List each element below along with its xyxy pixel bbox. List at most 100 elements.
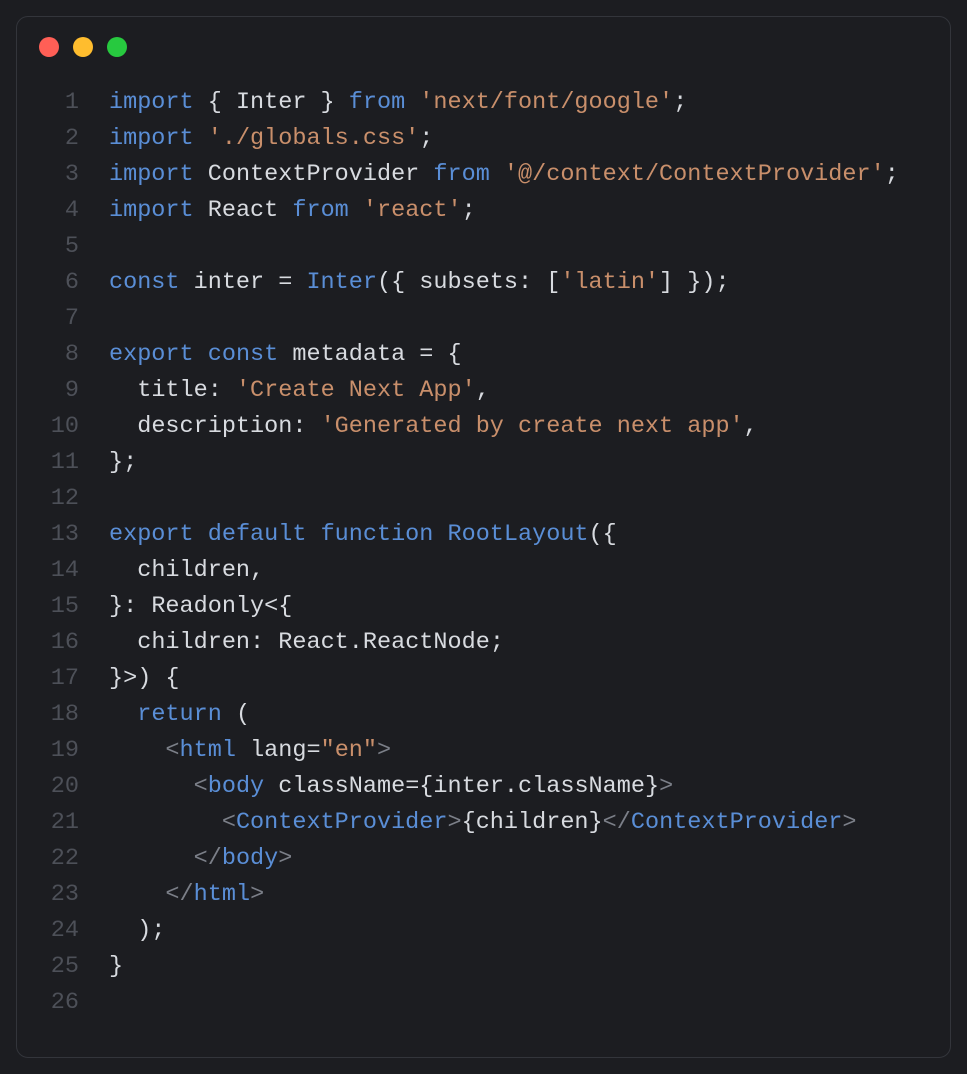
token-ang: > — [377, 737, 391, 764]
code-content[interactable]: children, — [109, 553, 950, 589]
line-number: 21 — [17, 805, 109, 841]
code-line[interactable]: 5 — [17, 229, 950, 265]
code-content[interactable]: export default function RootLayout({ — [109, 517, 950, 553]
token-ang: < — [222, 809, 236, 836]
code-content[interactable]: import ContextProvider from '@/context/C… — [109, 157, 950, 193]
code-line[interactable]: 11}; — [17, 445, 950, 481]
token-id: Inter — [236, 89, 307, 116]
line-number: 6 — [17, 265, 109, 301]
code-line[interactable]: 9 title: 'Create Next App', — [17, 373, 950, 409]
token-pl — [109, 413, 137, 440]
code-content[interactable]: import './globals.css'; — [109, 121, 950, 157]
token-tag: body — [208, 773, 264, 800]
code-content[interactable]: import { Inter } from 'next/font/google'… — [109, 85, 950, 121]
token-id: React — [208, 197, 279, 224]
code-content[interactable]: <ContextProvider>{children}</ContextProv… — [109, 805, 950, 841]
code-line[interactable]: 18 return ( — [17, 697, 950, 733]
line-number: 8 — [17, 337, 109, 373]
code-content[interactable]: <body className={inter.className}> — [109, 769, 950, 805]
token-pl: ; — [462, 197, 476, 224]
token-tag: html — [180, 737, 236, 764]
token-id: children — [476, 809, 589, 836]
code-line[interactable]: 15}: Readonly<{ — [17, 589, 950, 625]
code-line[interactable]: 14 children, — [17, 553, 950, 589]
token-pl: ; — [885, 161, 899, 188]
token-str: './globals.css' — [208, 125, 420, 152]
token-pl — [109, 629, 137, 656]
line-number: 13 — [17, 517, 109, 553]
code-line[interactable]: 10 description: 'Generated by create nex… — [17, 409, 950, 445]
code-line[interactable]: 4import React from 'react'; — [17, 193, 950, 229]
code-line[interactable]: 22 </body> — [17, 841, 950, 877]
code-line[interactable]: 21 <ContextProvider>{children}</ContextP… — [17, 805, 950, 841]
token-str: 'Generated by create next app' — [321, 413, 744, 440]
code-line[interactable]: 12 — [17, 481, 950, 517]
token-pl: ; — [490, 629, 504, 656]
token-pl — [180, 269, 194, 296]
token-tag: ContextProvider — [631, 809, 843, 836]
code-line[interactable]: 26 — [17, 985, 950, 1021]
code-line[interactable]: 8export const metadata = { — [17, 337, 950, 373]
token-id: inter — [433, 773, 504, 800]
code-content[interactable]: <html lang="en"> — [109, 733, 950, 769]
token-id: description — [137, 413, 292, 440]
code-content[interactable] — [109, 985, 950, 1021]
code-line[interactable]: 2import './globals.css'; — [17, 121, 950, 157]
code-content[interactable]: }; — [109, 445, 950, 481]
token-ang: </ — [194, 845, 222, 872]
code-line[interactable]: 16 children: React.ReactNode; — [17, 625, 950, 661]
token-id: children — [137, 629, 250, 656]
code-content[interactable]: ); — [109, 913, 950, 949]
code-content[interactable]: return ( — [109, 697, 950, 733]
token-pl — [264, 773, 278, 800]
code-content[interactable]: children: React.ReactNode; — [109, 625, 950, 661]
code-line[interactable]: 20 <body className={inter.className}> — [17, 769, 950, 805]
code-line[interactable]: 24 ); — [17, 913, 950, 949]
code-content[interactable]: const inter = Inter({ subsets: ['latin']… — [109, 265, 950, 301]
token-str: 'next/font/google' — [419, 89, 673, 116]
line-number: 9 — [17, 373, 109, 409]
token-id: className — [518, 773, 645, 800]
token-ang: > — [659, 773, 673, 800]
code-content[interactable]: title: 'Create Next App', — [109, 373, 950, 409]
token-pl — [278, 341, 292, 368]
code-line[interactable]: 1import { Inter } from 'next/font/google… — [17, 85, 950, 121]
token-fn: Inter — [306, 269, 377, 296]
token-id: Readonly — [151, 593, 264, 620]
window-minimize-icon[interactable] — [73, 37, 93, 57]
token-ang: > — [250, 881, 264, 908]
token-pl: ); — [109, 917, 165, 944]
token-pl — [109, 377, 137, 404]
token-pl: ( — [222, 701, 250, 728]
code-content[interactable]: } — [109, 949, 950, 985]
code-editor[interactable]: 1import { Inter } from 'next/font/google… — [17, 75, 950, 1041]
code-line[interactable]: 17}>) { — [17, 661, 950, 697]
code-line[interactable]: 13export default function RootLayout({ — [17, 517, 950, 553]
code-content[interactable]: </html> — [109, 877, 950, 913]
line-number: 26 — [17, 985, 109, 1021]
code-content[interactable]: }>) { — [109, 661, 950, 697]
window-zoom-icon[interactable] — [107, 37, 127, 57]
window-close-icon[interactable] — [39, 37, 59, 57]
code-content[interactable]: </body> — [109, 841, 950, 877]
code-content[interactable]: export const metadata = { — [109, 337, 950, 373]
code-content[interactable] — [109, 301, 950, 337]
code-content[interactable] — [109, 481, 950, 517]
code-line[interactable]: 7 — [17, 301, 950, 337]
line-number: 14 — [17, 553, 109, 589]
code-content[interactable]: description: 'Generated by create next a… — [109, 409, 950, 445]
line-number: 1 — [17, 85, 109, 121]
code-line[interactable]: 6const inter = Inter({ subsets: ['latin'… — [17, 265, 950, 301]
code-line[interactable]: 23 </html> — [17, 877, 950, 913]
code-content[interactable] — [109, 229, 950, 265]
code-line[interactable]: 3import ContextProvider from '@/context/… — [17, 157, 950, 193]
code-content[interactable]: import React from 'react'; — [109, 193, 950, 229]
code-line[interactable]: 25} — [17, 949, 950, 985]
token-fn: RootLayout — [448, 521, 589, 548]
code-content[interactable]: }: Readonly<{ — [109, 589, 950, 625]
token-pl: , — [744, 413, 758, 440]
code-line[interactable]: 19 <html lang="en"> — [17, 733, 950, 769]
token-attr: className — [278, 773, 405, 800]
line-number: 23 — [17, 877, 109, 913]
token-ang: < — [194, 773, 208, 800]
